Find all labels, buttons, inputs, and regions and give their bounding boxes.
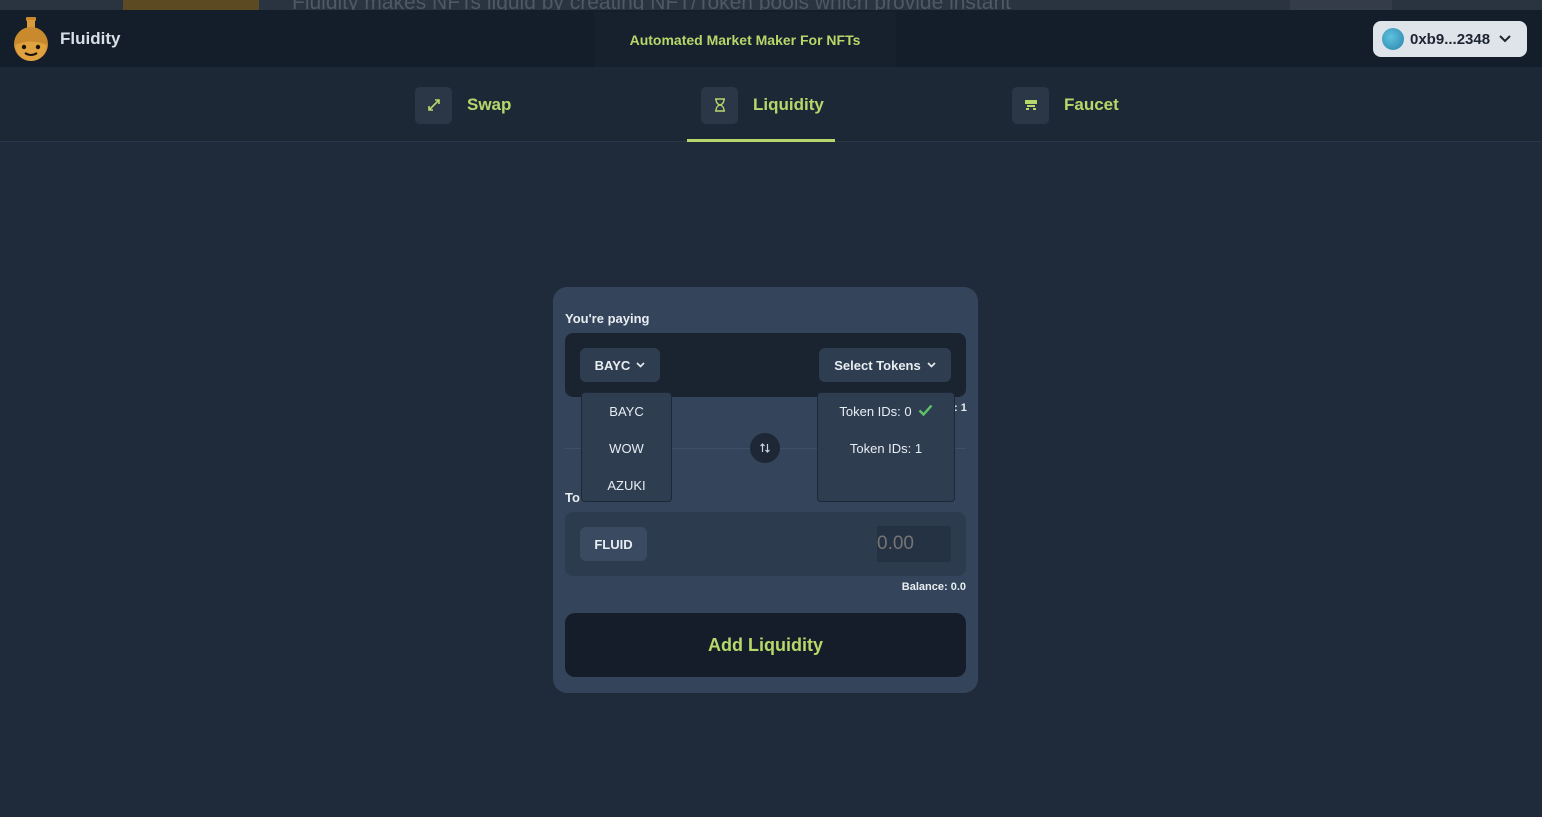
tab-faucet-label: Faucet [1064, 95, 1119, 114]
tab-faucet[interactable]: Faucet [1012, 86, 1119, 124]
tab-liquidity-label: Liquidity [753, 95, 824, 114]
wallet-avatar-icon [1382, 28, 1404, 50]
checkmark-icon [918, 403, 933, 421]
tab-bar: Swap Liquidity Faucet [0, 67, 1542, 142]
background-image [123, 0, 259, 10]
chevron-down-icon [1499, 32, 1511, 46]
dropdown-option-bayc[interactable]: BAYC [582, 392, 671, 430]
token-id-option-1[interactable]: Token IDs: 1 [818, 430, 954, 467]
nft-collection-selected: BAYC [594, 357, 631, 373]
dropdown-option-azuki[interactable]: AZUKI [582, 467, 671, 504]
swap-arrows-icon [415, 86, 452, 124]
tab-liquidity[interactable]: Liquidity [701, 86, 824, 124]
token-id-label: Token IDs: 1 [849, 441, 923, 456]
fluidity-logo-icon[interactable] [10, 16, 52, 62]
token-id-option-0[interactable]: Token IDs: 0 [818, 393, 954, 430]
wallet-button[interactable]: 0xb9...2348 [1373, 21, 1527, 57]
paying-box: BAYC Select Tokens [565, 333, 966, 397]
tagline: Automated Market Maker For NFTs [594, 12, 896, 67]
receive-box: FLUID [565, 512, 966, 576]
dropdown-option-wow[interactable]: WOW [582, 430, 671, 467]
to-label: To [565, 490, 580, 505]
nft-collection-select[interactable]: BAYC [580, 348, 660, 382]
add-liquidity-button[interactable]: Add Liquidity [565, 613, 966, 677]
token-id-label: Token IDs: 0 [839, 404, 912, 419]
paying-label: You're paying [565, 311, 650, 326]
token-ids-dropdown: Token IDs: 0 Token IDs: 1 [817, 392, 955, 502]
swap-direction-button[interactable] [750, 433, 780, 463]
chevron-down-icon [927, 360, 936, 370]
chevron-down-icon [636, 360, 645, 370]
background-button [1290, 0, 1392, 10]
brand-name[interactable]: Fluidity [60, 29, 120, 49]
background-page-strip: Fluidity makes NFTs liquid by creating N… [0, 0, 1542, 10]
hourglass-icon [701, 86, 738, 124]
swap-vertical-icon [760, 443, 770, 453]
tab-swap-label: Swap [467, 95, 512, 114]
balance-text: Balance: 0.0 [901, 581, 966, 593]
token-ids-peek-text: : 1 [954, 402, 967, 414]
select-tokens-button[interactable]: Select Tokens [819, 348, 951, 382]
wallet-address: 0xb9...2348 [1410, 30, 1491, 48]
receive-token-badge: FLUID [580, 527, 647, 561]
top-bar: Fluidity makes NFTs liquid by creating N… [0, 0, 1542, 67]
active-tab-underline [687, 139, 835, 142]
amount-input[interactable] [877, 526, 951, 562]
background-headline: Fluidity makes NFTs liquid by creating N… [292, 0, 1011, 10]
faucet-icon [1012, 86, 1049, 124]
select-tokens-label: Select Tokens [834, 357, 921, 373]
tab-swap[interactable]: Swap [415, 86, 511, 124]
nft-collection-dropdown: BAYC WOW AZUKI [581, 392, 672, 502]
